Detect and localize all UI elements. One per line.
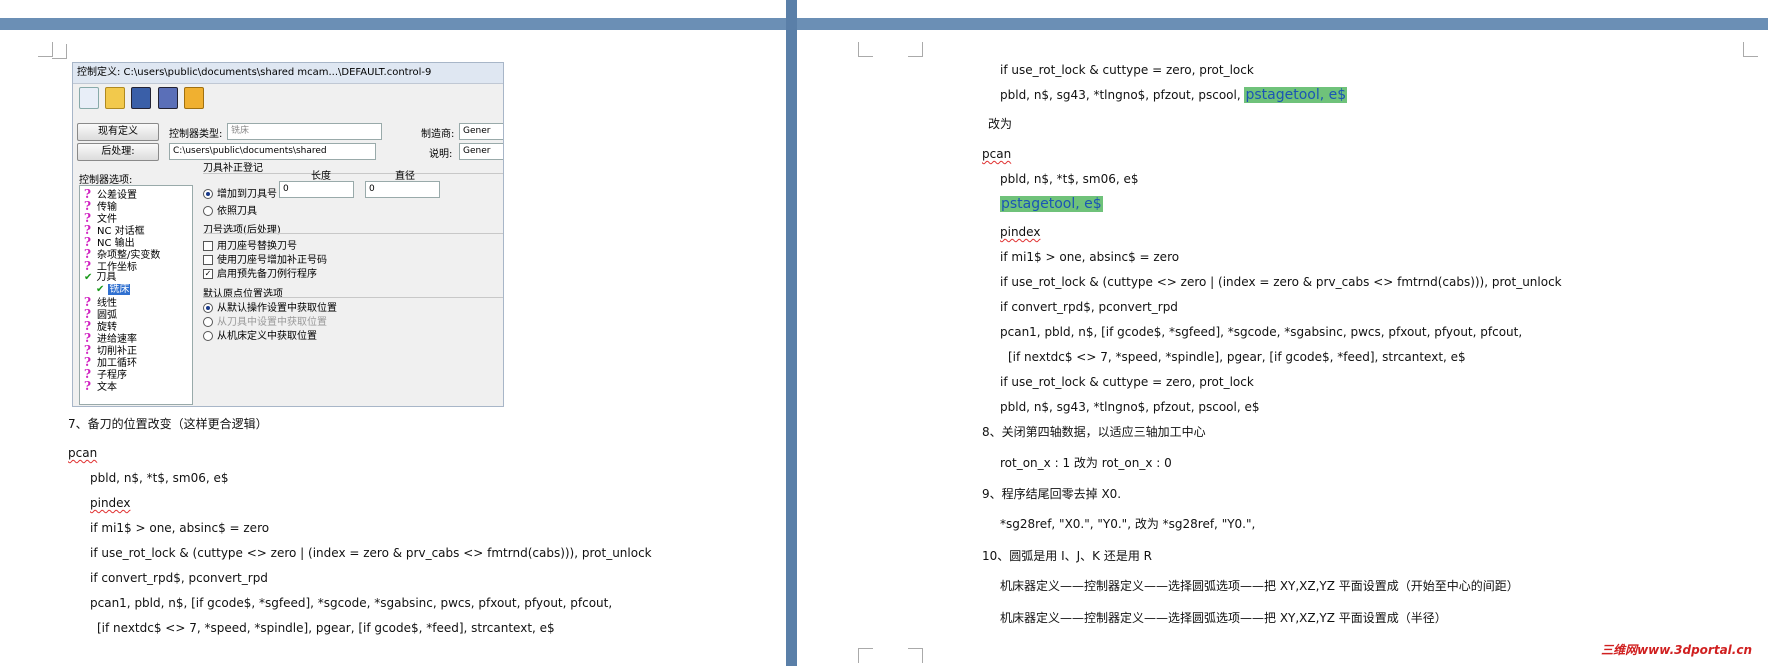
code-line: pcan1, pbld, n$, [if gcode$, *sgfeed], *… (1000, 325, 1523, 339)
dialog-title: 控制定义: C:\users\public\documents\shared m… (73, 63, 503, 84)
existing-definition-button[interactable]: 现有定义 (77, 123, 159, 141)
group-divider (203, 233, 503, 234)
code-line: rot_on_x : 1 改为 rot_on_x : 0 (1000, 456, 1172, 470)
code-line: if use_rot_lock & cuttype = zero, prot_l… (1000, 375, 1254, 389)
code-line: if mi1$ > one, absinc$ = zero (1000, 250, 1180, 264)
controller-options-label: 控制器选项: (79, 175, 133, 186)
crop-mark (38, 42, 53, 57)
post-path-field[interactable]: C:\users\public\documents\shared mcamx9\… (169, 143, 376, 160)
radio-button[interactable] (203, 303, 213, 313)
tree-item[interactable]: ✔ 刀具 (84, 272, 116, 284)
radio-by-tool[interactable]: 依照刀具 (203, 202, 257, 217)
tool-comp-title: 刀具补正登记 (203, 163, 263, 174)
controller-type-label: 控制器类型: (169, 129, 223, 140)
lock-icon[interactable] (183, 87, 204, 109)
highlighted-code: pstagetool, e$ (1244, 87, 1348, 103)
radio-button[interactable] (203, 189, 213, 199)
save-as-icon[interactable] (157, 87, 178, 109)
code-line: pstagetool, e$ (1000, 196, 1103, 212)
code-pcan: pcan (982, 147, 1012, 161)
highlighted-code: pstagetool, e$ (1000, 196, 1103, 212)
code-line: if use_rot_lock & (cuttype <> zero | (in… (90, 546, 652, 560)
heading-10: 10、圆弧是用 I、J、K 还是用 R (982, 549, 1152, 563)
control-definition-dialog: 控制定义: C:\users\public\documents\shared m… (72, 62, 504, 407)
crop-mark (52, 44, 67, 59)
code-line: pbld, n$, *t$, sm06, e$ (90, 471, 229, 485)
check-icon: ✔ (84, 272, 93, 283)
dialog-toolbar (79, 87, 207, 113)
group-divider (203, 173, 503, 174)
radio-home-tool[interactable]: 从刀具中设置中获取位置 (203, 313, 327, 328)
post-button[interactable]: 后处理: (77, 143, 159, 161)
tree-item-selected[interactable]: ✔ 铣床 (96, 284, 131, 296)
chk-preselect[interactable]: ✓ 启用预先备刀例行程序 (203, 265, 317, 280)
code-line: pindex (1000, 225, 1041, 239)
page-top-left (0, 0, 786, 18)
length-input[interactable]: 0 (279, 181, 354, 198)
code-line: if convert_rpd$, pconvert_rpd (1000, 300, 1178, 314)
code-line: if use_rot_lock & (cuttype <> zero | (in… (1000, 275, 1562, 289)
radio-home-machine[interactable]: 从机床定义中获取位置 (203, 327, 317, 342)
radio-button[interactable] (203, 317, 213, 327)
maker-field[interactable]: Gener (459, 123, 503, 140)
chk-use-pocket[interactable]: 用刀座号替换刀号 (203, 237, 297, 252)
page-divider (786, 0, 797, 666)
code-line: if convert_rpd$, pconvert_rpd (90, 571, 268, 585)
crop-mark (858, 42, 873, 57)
crop-mark (908, 648, 923, 663)
crop-mark (858, 648, 873, 663)
page-top-right (797, 0, 1768, 18)
changed-to-label: 改为 (988, 117, 1013, 131)
code-line: pbld, n$, sg43, *tlngno$, pfzout, pscool… (1000, 400, 1260, 414)
instruction-line: 机床器定义——控制器定义——选择圆弧选项——把 XY,XZ,YZ 平面设置成（开… (1000, 579, 1519, 593)
maker-label: 制造商: (421, 129, 455, 140)
code-line: pbld, n$, *t$, sm06, e$ (1000, 172, 1139, 186)
tree-item[interactable]: ? 文本 (84, 380, 117, 394)
code-line: [if nextdc$ <> 7, *speed, *spindle], pge… (97, 621, 555, 635)
group-divider (203, 297, 503, 298)
checkbox[interactable]: ✓ (203, 269, 213, 279)
question-icon: ? (84, 259, 92, 273)
desc-label: 说明: (429, 149, 453, 160)
checkbox[interactable] (203, 241, 213, 251)
code-line: if mi1$ > one, absinc$ = zero (90, 521, 270, 535)
code-line: pbld, n$, sg43, *tlngno$, pfzout, pscool… (1000, 87, 1348, 103)
code-line: [if nextdc$ <> 7, *speed, *spindle], pge… (1008, 350, 1466, 364)
options-tree[interactable]: ? 公差设置 ? 传输 ? 文件 ? NC 对话框 ? NC 输出 ? 杂项整/实变数 ? 工… (79, 185, 193, 405)
save-icon[interactable] (131, 87, 152, 109)
page-right (797, 30, 1768, 666)
chk-add-comp[interactable]: 使用刀座号增加补正号码 (203, 251, 327, 266)
heading-9: 9、程序结尾回零去掉 X0. (982, 487, 1122, 501)
col-length-header: 长度 (311, 171, 331, 182)
desc-field[interactable]: Gener (459, 143, 503, 160)
crop-mark (908, 42, 923, 57)
code-line: pindex (90, 496, 131, 510)
new-file-icon[interactable] (79, 87, 99, 109)
crop-mark (1743, 42, 1758, 57)
code-pcan: pcan (68, 446, 98, 460)
radio-button[interactable] (203, 206, 213, 216)
radio-home-default[interactable]: 从默认操作设置中获取位置 (203, 299, 337, 314)
question-icon: ? (84, 379, 92, 393)
col-diameter-header: 直径 (395, 171, 415, 182)
code-line: if use_rot_lock & cuttype = zero, prot_l… (1000, 63, 1254, 77)
heading-7: 7、备刀的位置改变（这样更合逻辑） (68, 417, 268, 431)
radio-button[interactable] (203, 331, 213, 341)
code-line: *sg28ref, "X0.", "Y0.", 改为 *sg28ref, "Y0… (1000, 517, 1256, 531)
check-icon: ✔ (96, 284, 105, 295)
radio-add-tool-no[interactable]: 增加到刀具号 (203, 185, 277, 200)
heading-8: 8、关闭第四轴数据，以适应三轴加工中心 (982, 425, 1206, 439)
watermark-logo: 三维网www.3dportal.cn (1601, 643, 1752, 657)
checkbox[interactable] (203, 255, 213, 265)
code-line: pcan1, pbld, n$, [if gcode$, *sgfeed], *… (90, 596, 613, 610)
diameter-input[interactable]: 0 (365, 181, 440, 198)
controller-type-select[interactable]: 铣床 (227, 123, 382, 140)
instruction-line: 机床器定义——控制器定义——选择圆弧选项——把 XY,XZ,YZ 平面设置成（半… (1000, 611, 1447, 625)
open-folder-icon[interactable] (105, 87, 126, 109)
